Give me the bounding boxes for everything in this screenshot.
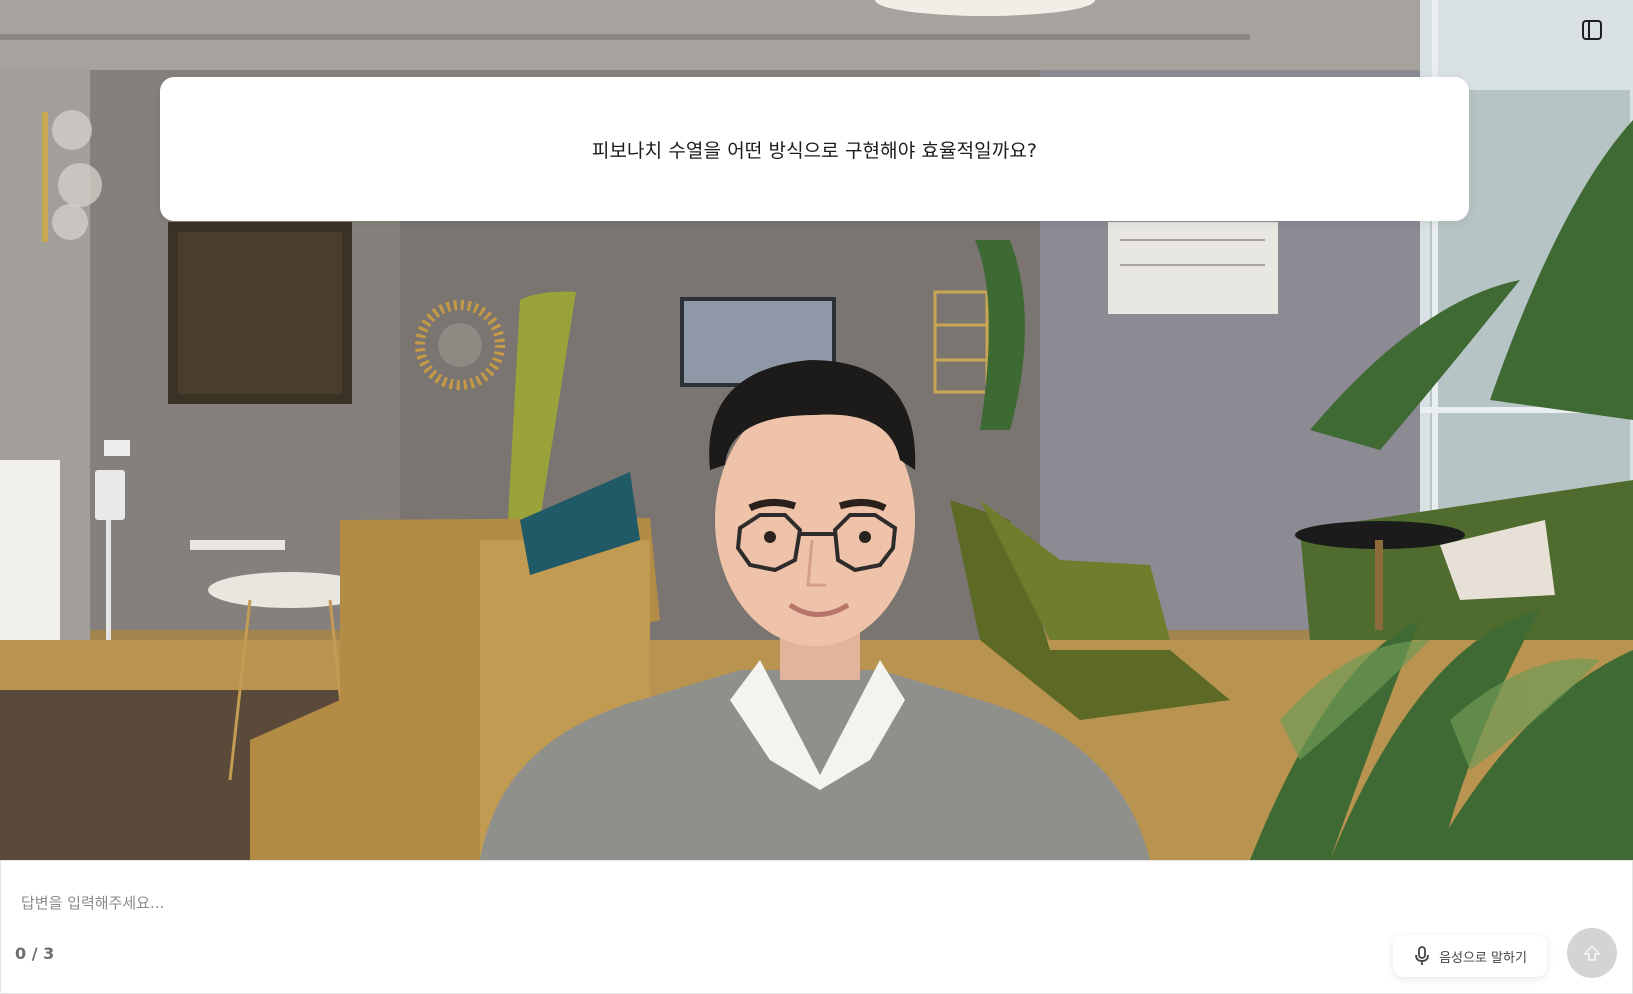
answer-input[interactable] <box>21 883 1521 923</box>
sidebar-toggle-icon <box>1582 20 1602 40</box>
question-card: 피보나치 수열을 어떤 방식으로 구현해야 효율적일까요? <box>160 77 1469 221</box>
microphone-icon <box>1413 945 1431 967</box>
voice-input-label: 음성으로 말하기 <box>1439 950 1527 966</box>
send-answer-button[interactable] <box>1567 928 1617 978</box>
sidebar-toggle-button[interactable] <box>1578 16 1606 44</box>
voice-input-button[interactable]: 음성으로 말하기 <box>1393 935 1547 977</box>
arrow-up-icon <box>1584 945 1600 961</box>
answer-panel: 0 / 3 음성으로 말하기 <box>0 860 1633 994</box>
question-counter: 0 / 3 <box>15 944 55 963</box>
question-text: 피보나치 수열을 어떤 방식으로 구현해야 효율적일까요? <box>591 139 1038 162</box>
